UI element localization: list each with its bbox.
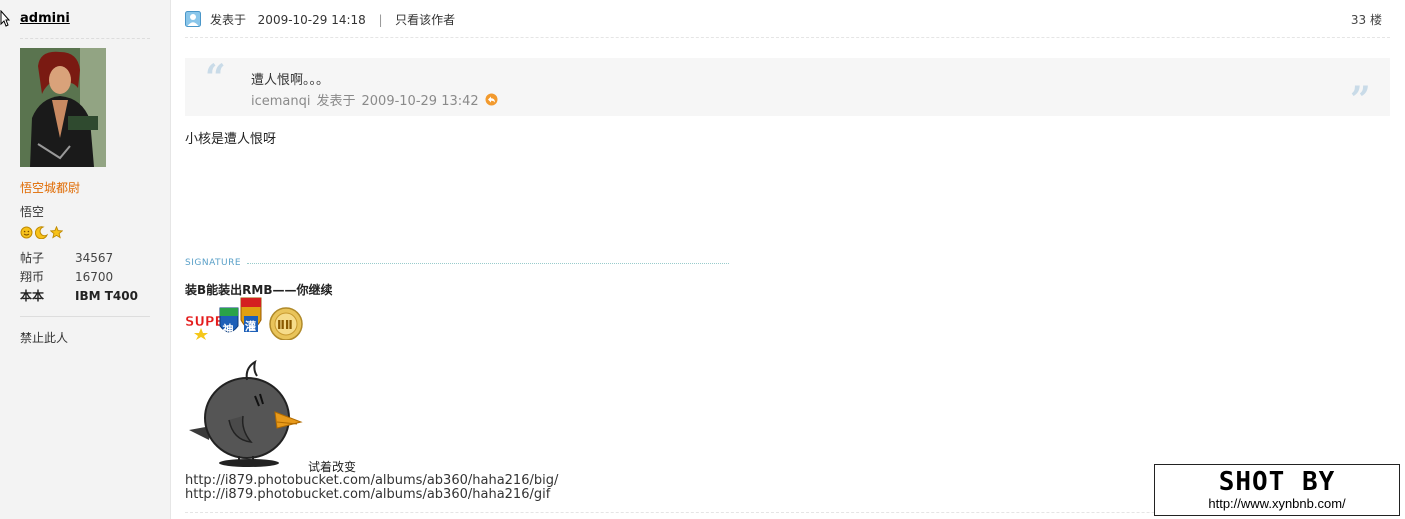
quote-posted-label: 发表于 <box>316 94 356 109</box>
screenshot-watermark: SHOT BY http://www.xynbnb.com/ <box>1154 464 1400 516</box>
svg-text:“: “ <box>205 60 226 90</box>
sidebar-divider <box>20 316 150 317</box>
author-username-link[interactable]: admini <box>20 11 70 26</box>
stat-value: IBM T400 <box>75 289 138 303</box>
author-avatar[interactable] <box>20 48 106 167</box>
gold-coin-badge-icon: ⅡⅡ <box>269 307 303 340</box>
sidebar-divider <box>20 38 150 39</box>
post-datetime: 2009-10-29 14:18 <box>257 13 366 27</box>
quote-block: “ 遭人恨啊。。。 icemanqi 发表于 2009-10-29 13:42 ” <box>185 58 1390 116</box>
watermark-url: http://www.xynbnb.com/ <box>1208 496 1346 511</box>
signature-url-1: http://i879.photobucket.com/albums/ab360… <box>185 473 559 488</box>
signature-url-2: http://i879.photobucket.com/albums/ab360… <box>185 487 551 502</box>
stat-value: 16700 <box>75 270 114 284</box>
shield-badge-red-icon: 灌 <box>240 297 262 333</box>
floor-number: 33 楼 <box>1350 13 1382 27</box>
signature-label: SIGNATURE <box>185 258 242 268</box>
header-divider <box>185 37 1390 38</box>
stat-laptop: 本本 IBM T400 <box>20 287 138 304</box>
quote-datetime: 2009-10-29 13:42 <box>361 94 479 109</box>
ban-user-link[interactable]: 禁止此人 <box>20 329 68 346</box>
meta-separator: | <box>378 13 383 27</box>
close-quote-icon: ” <box>1350 82 1371 112</box>
quote-meta: icemanqi 发表于 2009-10-29 13:42 <box>251 90 498 109</box>
post-meta: 发表于 2009-10-29 14:18 | 只看该作者 <box>210 11 455 28</box>
only-author-link[interactable]: 只看该作者 <box>395 13 455 27</box>
signature-badges-image: SUPER 神 灌 ⅡⅡ <box>185 297 303 340</box>
stat-label: 本本 <box>20 289 45 303</box>
mouse-cursor-icon <box>0 10 10 27</box>
stat-label: 翔币 <box>20 270 45 284</box>
sun-level-icon <box>20 226 33 239</box>
svg-text:ⅡⅡ: ⅡⅡ <box>277 318 293 332</box>
svg-text:灌: 灌 <box>245 319 256 333</box>
go-to-post-icon[interactable] <box>485 93 498 106</box>
watermark-title: SHOT BY <box>1218 467 1336 497</box>
quote-author: icemanqi <box>251 94 311 109</box>
open-quote-icon: “ <box>205 60 226 90</box>
post-header: 发表于 2009-10-29 14:18 | 只看该作者 33 楼 <box>185 10 1390 30</box>
post-body: 小核是遭人恨呀 <box>185 132 277 147</box>
posted-label: 发表于 <box>210 13 247 27</box>
online-user-icon <box>185 11 201 27</box>
author-sidebar: admini 悟空城都尉 悟空 帖子 34567 翔币 16700 本本 IBM T4 <box>0 0 171 519</box>
shield-badge-blue-icon: 神 <box>219 307 239 336</box>
signature-divider <box>247 263 729 264</box>
svg-text:”: ” <box>1350 82 1371 112</box>
stat-coins: 翔币 16700 <box>20 268 113 285</box>
svg-text:神: 神 <box>223 322 234 336</box>
moon-level-icon <box>35 226 48 239</box>
author-group: 悟空 <box>20 205 45 219</box>
stat-label: 帖子 <box>20 251 45 265</box>
stat-value: 34567 <box>75 251 114 265</box>
author-level-stars <box>20 226 63 239</box>
star-level-icon <box>50 226 63 239</box>
stat-posts: 帖子 34567 <box>20 249 113 266</box>
signature-bird-image <box>189 360 303 467</box>
author-rank: 悟空城都尉 <box>20 181 81 195</box>
quote-text: 遭人恨啊。。。 <box>251 73 330 88</box>
